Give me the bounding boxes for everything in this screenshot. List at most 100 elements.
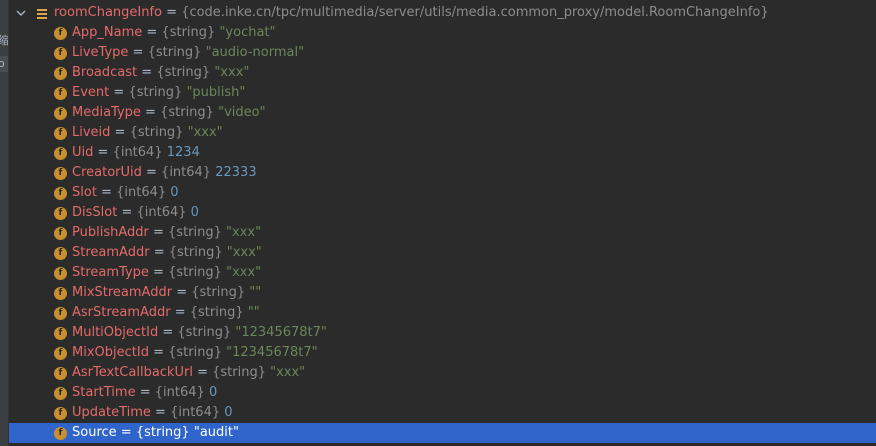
field-value: "xxx" [226, 225, 262, 240]
field-eq: = [170, 305, 190, 320]
field-name: Slot [72, 185, 97, 200]
field-eq: = [110, 125, 130, 140]
field-name: DisSlot [72, 205, 118, 220]
field-label: StreamType = {string} "xxx" [72, 263, 261, 283]
field-type: {string} [156, 65, 211, 80]
tree-row-field[interactable]: f Broadcast = {string} "xxx" [9, 63, 876, 83]
field-value: "" [249, 285, 262, 300]
field-value: "publish" [186, 85, 246, 100]
tree-row-field[interactable]: f UpdateTime = {int64} 0 [9, 403, 876, 423]
field-eq: = [93, 145, 113, 160]
gutter-glyph-1[interactable]: 缩 [0, 33, 8, 49]
field-icon: f [54, 207, 67, 220]
left-gutter: 缩 o [0, 0, 9, 446]
field-label: StartTime = {int64} 0 [72, 383, 217, 403]
field-eq: = [150, 405, 171, 420]
tree-row-field[interactable]: f StartTime = {int64} 0 [9, 383, 876, 403]
tree-row-field[interactable]: f PublishAddr = {string} "xxx" [9, 223, 876, 243]
field-type: {int64} [161, 165, 212, 180]
field-value: "xxx" [214, 65, 250, 80]
field-type: {int64} [170, 405, 221, 420]
field-icon: f [54, 367, 67, 380]
field-value: 0 [190, 205, 199, 220]
tree-row-field[interactable]: f MixStreamAddr = {string} "" [9, 283, 876, 303]
field-label: MixObjectId = {string} "12345678t7" [72, 343, 318, 363]
tree-row-field[interactable]: f MultiObjectId = {string} "12345678t7" [9, 323, 876, 343]
tree-row-field[interactable]: f Source = {string} "audit" [9, 423, 876, 443]
tree-row-field[interactable]: f MediaType = {string} "video" [9, 103, 876, 123]
field-value: "yochat" [219, 25, 276, 40]
tree-row-field[interactable]: f Liveid = {string} "xxx" [9, 123, 876, 143]
field-type: {string} [212, 365, 266, 380]
field-value: "xxx" [226, 245, 262, 260]
field-icon: f [54, 427, 67, 440]
field-eq: = [148, 345, 169, 360]
tree-row-field[interactable]: f MixObjectId = {string} "12345678t7" [9, 343, 876, 363]
field-label: StreamAddr = {string} "xxx" [72, 243, 262, 263]
field-label: MixStreamAddr = {string} "" [72, 283, 261, 303]
field-icon: f [54, 347, 67, 360]
field-label: AsrStreamAddr = {string} "" [72, 303, 260, 323]
tree-row-field[interactable]: f AsrStreamAddr = {string} "" [9, 303, 876, 323]
field-name: MixStreamAddr [72, 285, 173, 300]
field-value: "12345678t7" [235, 325, 327, 340]
tree-row-field[interactable]: f DisSlot = {int64} 0 [9, 203, 876, 223]
field-eq: = [149, 245, 169, 260]
root-eq: = [162, 5, 182, 20]
tree-row-field[interactable]: f StreamType = {string} "xxx" [9, 263, 876, 283]
field-value: "12345678t7" [226, 345, 318, 360]
object-icon [37, 9, 47, 19]
field-name: Source [72, 425, 117, 440]
field-eq: = [172, 285, 192, 300]
field-type: {string} [168, 225, 222, 240]
root-name: roomChangeInfo [54, 5, 163, 20]
field-value: "audio-normal" [205, 45, 305, 60]
field-name: App_Name [72, 25, 143, 40]
field-icon: f [54, 387, 67, 400]
field-eq: = [116, 425, 136, 440]
gutter-glyph-2[interactable]: o [0, 56, 8, 72]
field-label: CreatorUid = {int64} 22333 [72, 163, 257, 183]
field-name: CreatorUid [72, 165, 142, 180]
field-icon: f [54, 47, 67, 60]
field-eq: = [141, 165, 162, 180]
tree-row-field[interactable]: f AsrTextCallbackUrl = {string} "xxx" [9, 363, 876, 383]
tree-row-field[interactable]: f Uid = {int64} 1234 [9, 143, 876, 163]
field-type: {string} [191, 285, 246, 300]
field-type: {int64} [116, 185, 167, 200]
tree-row-field[interactable]: f StreamAddr = {string} "xxx" [9, 243, 876, 263]
field-eq: = [148, 265, 169, 280]
field-label: AsrTextCallbackUrl = {string} "xxx" [72, 363, 305, 383]
field-value: 1234 [166, 145, 200, 160]
field-label: Event = {string} "publish" [72, 83, 245, 103]
field-label: Liveid = {string} "xxx" [72, 123, 223, 143]
field-icon: f [54, 107, 67, 120]
field-name: Liveid [72, 125, 111, 140]
chevron-down-icon[interactable] [15, 3, 27, 23]
field-value: 0 [208, 385, 218, 400]
field-name: MultiObjectId [72, 325, 159, 340]
field-icon: f [54, 87, 67, 100]
field-value: 0 [224, 405, 233, 420]
field-type: {string} [135, 425, 190, 440]
tree-row-field[interactable]: f CreatorUid = {int64} 22333 [9, 163, 876, 183]
tree-row-root[interactable]: roomChangeInfo = {code.inke.cn/tpc/multi… [9, 3, 876, 23]
field-value: "video" [218, 105, 266, 120]
field-type: {string} [177, 325, 232, 340]
tree-row-field[interactable]: f LiveType = {string} "audio-normal" [9, 43, 876, 63]
field-value: "audit" [193, 425, 239, 440]
field-icon: f [54, 307, 67, 320]
field-type: {int64} [136, 205, 187, 220]
field-value: 0 [170, 185, 179, 200]
tree-row-field[interactable]: f Slot = {int64} 0 [9, 183, 876, 203]
tree-row-field[interactable]: f Event = {string} "publish" [9, 83, 876, 103]
field-value: "" [247, 305, 260, 320]
field-label: LiveType = {string} "audio-normal" [72, 43, 304, 63]
tree-row-field[interactable]: f App_Name = {string} "yochat" [9, 23, 876, 43]
field-name: AsrStreamAddr [72, 305, 171, 320]
field-type: {int64} [112, 145, 163, 160]
field-type: {string} [128, 85, 183, 100]
field-name: StreamType [72, 265, 149, 280]
field-type: {string} [129, 125, 184, 140]
field-label: Source = {string} "audit" [72, 423, 239, 443]
